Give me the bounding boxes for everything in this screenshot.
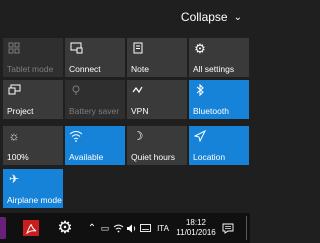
airplane-icon: ✈	[8, 172, 20, 186]
tile-all-settings[interactable]: ⚙ All settings	[189, 38, 249, 77]
tile-label: Battery saver	[69, 106, 120, 116]
show-hidden-icons-button[interactable]: ⌃	[86, 213, 98, 243]
action-center-icon	[222, 223, 234, 234]
touchpad-icon: ▭	[100, 222, 110, 233]
acrobat-icon	[23, 220, 39, 236]
show-desktop-button[interactable]	[243, 213, 250, 243]
clock[interactable]: 18:12 11/01/2016	[174, 218, 218, 238]
tile-connect[interactable]: Connect	[65, 38, 125, 77]
tile-tablet-mode[interactable]: Tablet mode	[3, 38, 63, 77]
show-desktop-divider	[246, 216, 247, 240]
tile-location[interactable]: Location	[189, 126, 249, 165]
tray-network[interactable]	[112, 213, 125, 243]
tile-label: All settings	[193, 64, 235, 74]
location-icon	[193, 129, 207, 143]
tile-vpn[interactable]: VPN	[127, 80, 187, 119]
tile-label: Tablet mode	[7, 64, 54, 74]
taskbar: ⚙ ⌃ ▭ ITA 18:12 11/01/2016	[0, 213, 250, 243]
wifi-icon	[113, 224, 124, 232]
tile-brightness[interactable]: ☼ 100%	[3, 126, 63, 165]
tile-label: Location	[193, 152, 226, 162]
tile-label: Note	[131, 64, 149, 74]
moon-icon: ☽	[132, 129, 144, 143]
project-icon	[7, 83, 21, 97]
tile-label: Bluetooth	[193, 106, 229, 116]
tile-note[interactable]: Note	[127, 38, 187, 77]
wifi-icon	[69, 129, 83, 143]
tile-label: 100%	[7, 152, 29, 162]
visual-studio-icon	[0, 217, 6, 239]
clock-date: 11/01/2016	[176, 228, 216, 237]
brightness-icon: ☼	[8, 129, 20, 143]
vpn-icon	[131, 83, 145, 97]
chevron-up-icon: ⌃	[87, 222, 97, 234]
tile-wifi[interactable]: Available	[65, 126, 125, 165]
tile-label: Quiet hours	[131, 152, 175, 162]
note-icon	[131, 41, 145, 55]
tile-label: Connect	[69, 64, 101, 74]
tray-touchpad[interactable]: ▭	[98, 213, 112, 243]
bluetooth-icon	[193, 83, 207, 97]
tile-label: VPN	[131, 106, 149, 116]
chevron-down-icon: ⌄	[233, 11, 242, 23]
tile-project[interactable]: Project	[3, 80, 63, 119]
tray-volume[interactable]	[125, 213, 138, 243]
gear-icon: ⚙	[57, 218, 73, 237]
language-label: ITA	[157, 223, 169, 233]
speaker-icon	[127, 224, 136, 232]
keyboard-icon	[139, 224, 151, 232]
tile-label: Project	[7, 106, 34, 116]
tile-quiet-hours[interactable]: ☽ Quiet hours	[127, 126, 187, 165]
tile-label: Available	[69, 152, 104, 162]
action-center-button[interactable]	[220, 213, 236, 243]
collapse-button[interactable]: Collapse ⌄	[181, 10, 242, 24]
connect-icon	[69, 41, 83, 55]
taskbar-app-acrobat[interactable]	[18, 213, 44, 243]
gear-icon: ⚙	[194, 40, 206, 56]
tile-bluetooth[interactable]: Bluetooth	[189, 80, 249, 119]
clock-time: 18:12	[185, 218, 207, 227]
tile-battery-saver[interactable]: Battery saver	[65, 80, 125, 119]
taskbar-app-settings[interactable]: ⚙	[52, 213, 78, 243]
tray-keyboard[interactable]	[138, 213, 152, 243]
taskbar-app-visual-studio[interactable]	[0, 213, 14, 243]
collapse-label: Collapse	[180, 10, 228, 24]
action-center-header: Collapse ⌄	[0, 0, 250, 36]
language-indicator[interactable]: ITA	[154, 213, 172, 243]
tile-airplane-mode[interactable]: ✈ Airplane mode	[3, 169, 63, 208]
tile-label: Airplane mode	[7, 195, 62, 205]
tablet-mode-icon	[7, 41, 21, 55]
battery-saver-icon	[69, 83, 83, 97]
